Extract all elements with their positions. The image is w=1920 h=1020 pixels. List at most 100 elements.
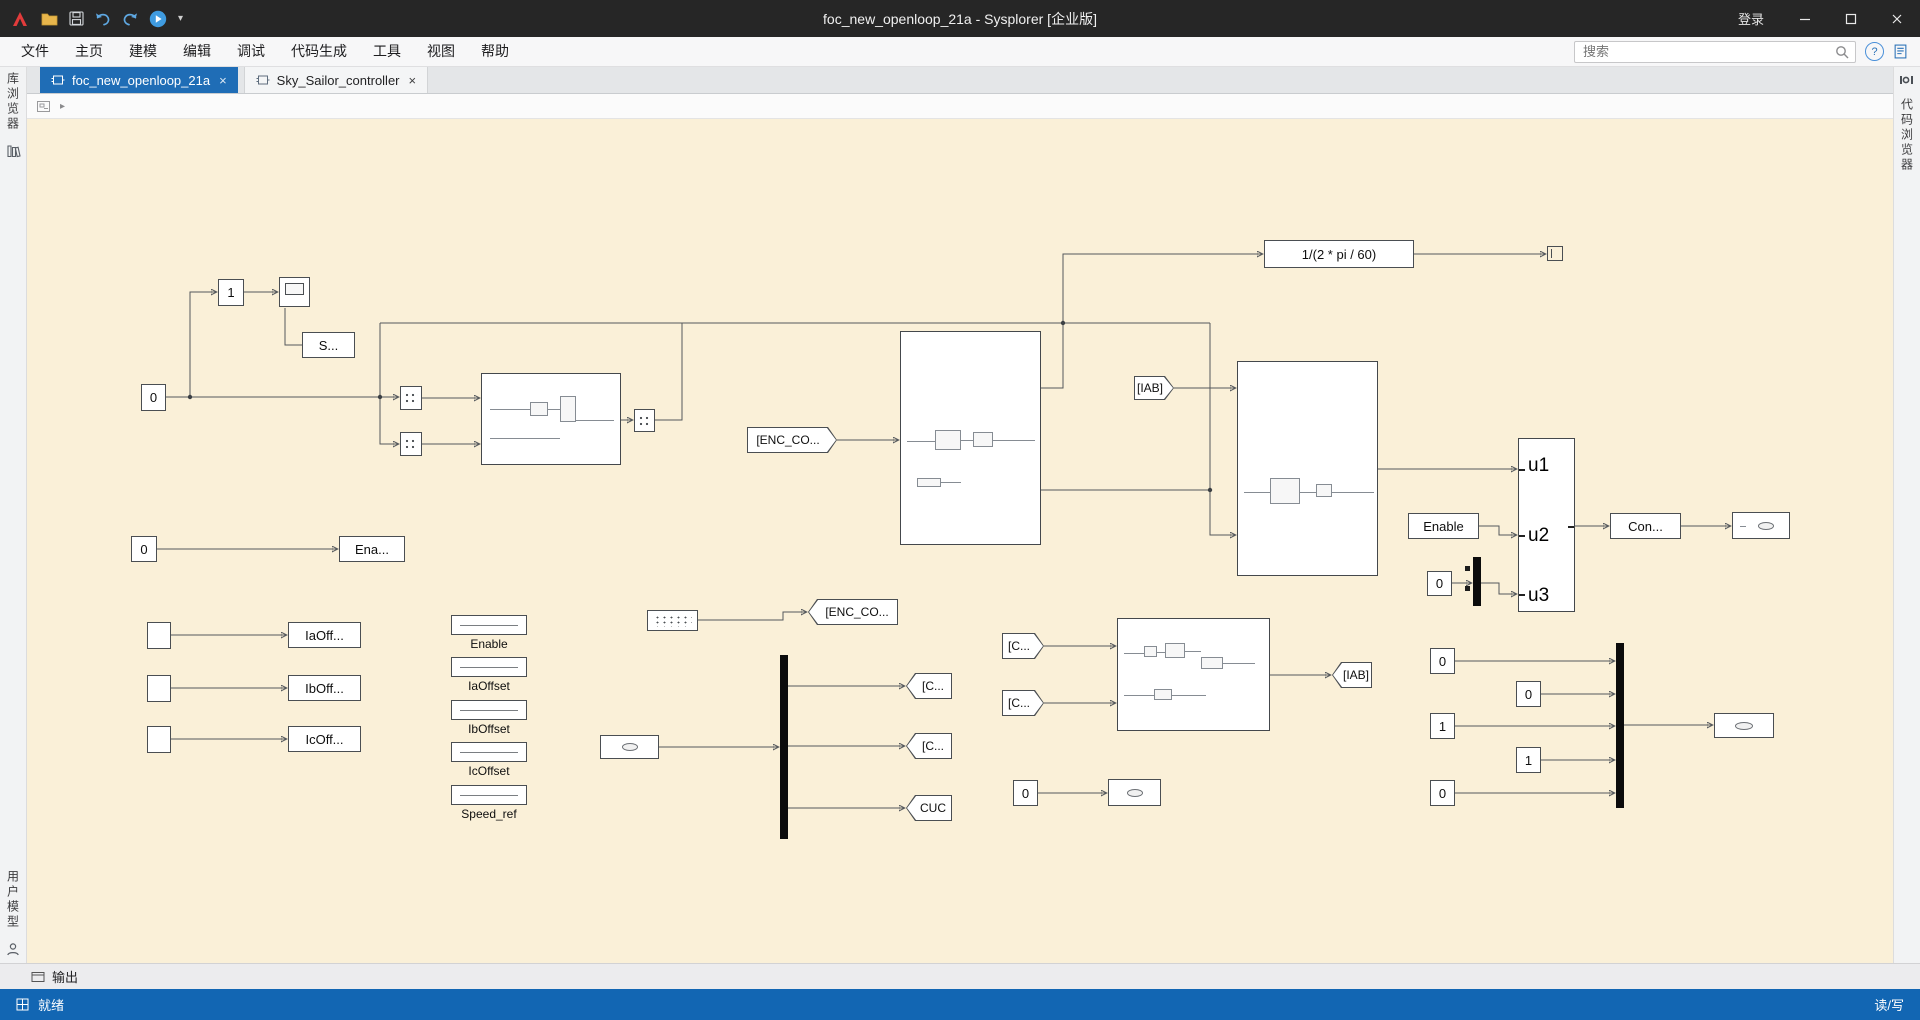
s-block[interactable]: S...: [302, 332, 355, 358]
outport-block-ib-offset[interactable]: IbOffset: [451, 700, 527, 736]
display-block-4[interactable]: [1714, 713, 1774, 738]
inport-block-1[interactable]: [147, 622, 171, 649]
model-breadcrumb-icon[interactable]: [36, 100, 51, 113]
ic-offset-block[interactable]: IcOff...: [288, 726, 361, 752]
from-tag-iab[interactable]: [IAB]: [1134, 376, 1174, 400]
mux-bar-small[interactable]: [1473, 557, 1481, 606]
output-panel-bar[interactable]: 输出: [0, 963, 1920, 989]
outport-block-enable[interactable]: Enable: [451, 615, 527, 651]
undo-button[interactable]: [95, 12, 111, 26]
goto-tag-enc[interactable]: [ENC_CO...: [808, 599, 898, 625]
user-model-tab[interactable]: 用户模型: [5, 870, 22, 930]
model-canvas[interactable]: 1 S... 0 [ENC_CO: [27, 119, 1893, 963]
goto-tag-iab[interactable]: [IAB]: [1332, 662, 1372, 688]
save-button[interactable]: [69, 11, 84, 26]
model-icon: [51, 74, 65, 86]
constant-right-4[interactable]: 1: [1516, 747, 1541, 773]
mux-bar-right[interactable]: [1616, 643, 1624, 808]
maximize-button[interactable]: [1828, 0, 1874, 37]
display-block-1[interactable]: [1732, 512, 1790, 539]
ia-offset-block[interactable]: IaOff...: [288, 622, 361, 648]
rate-transition-block-3[interactable]: [634, 409, 655, 432]
search-icon[interactable]: [1835, 45, 1849, 59]
gain-block[interactable]: 1/(2 * pi / 60): [1264, 240, 1414, 268]
tab-foc-new-openloop[interactable]: foc_new_openloop_21a ×: [40, 67, 238, 93]
ena-block[interactable]: Ena...: [339, 536, 405, 562]
display-block-3[interactable]: [1108, 779, 1161, 806]
display-lamp: [1735, 722, 1753, 730]
code-browser-icon[interactable]: [1899, 74, 1915, 86]
outport-block-ic-offset[interactable]: IcOffset: [451, 742, 527, 778]
goto-tag-cuc[interactable]: CUC: [906, 795, 952, 821]
search-input[interactable]: [1575, 44, 1835, 59]
menu-edit[interactable]: 编辑: [170, 37, 224, 66]
menu-codegen[interactable]: 代码生成: [278, 37, 360, 66]
rate-transition-block-2[interactable]: [400, 432, 422, 456]
tab-sky-sailor-controller[interactable]: Sky_Sailor_controller ×: [244, 67, 428, 93]
login-button[interactable]: 登录: [1720, 9, 1782, 28]
run-options-caret-icon[interactable]: ▾: [178, 14, 183, 24]
constant-zero-enable[interactable]: 0: [131, 536, 157, 562]
library-browser-tab[interactable]: 库浏览器: [5, 72, 22, 132]
status-ready: 就绪: [38, 995, 64, 1014]
constant-zero-display[interactable]: 0: [1013, 780, 1038, 806]
outport-block-ia-offset[interactable]: IaOffset: [451, 657, 527, 693]
constant-zero-switch[interactable]: 0: [1427, 571, 1452, 596]
menu-home[interactable]: 主页: [62, 37, 116, 66]
display-lamp: [1127, 789, 1143, 797]
switch-input-u1: u1: [1528, 455, 1549, 477]
constant-zero-main[interactable]: 0: [141, 384, 166, 411]
rate-transition-block-1[interactable]: [400, 386, 422, 410]
run-button[interactable]: [149, 10, 167, 28]
terminator-block[interactable]: [1547, 246, 1563, 261]
model-icon: [256, 74, 270, 86]
inport-block-2[interactable]: [147, 675, 171, 702]
subsystem-current-calc[interactable]: [1117, 618, 1270, 731]
mux-bar-left[interactable]: [780, 655, 788, 839]
subsystem-qep-position-count[interactable]: [900, 331, 1041, 545]
data-store-block[interactable]: [647, 610, 698, 631]
outport-label: IaOffset: [451, 679, 527, 693]
outport-label: Speed_ref: [451, 807, 527, 821]
port-pin: [1465, 586, 1470, 591]
display-one-block[interactable]: 1: [218, 279, 244, 306]
library-icon[interactable]: [6, 144, 21, 158]
menu-tools[interactable]: 工具: [360, 37, 414, 66]
from-tag-enc[interactable]: [ENC_CO...: [747, 427, 837, 453]
tab-close-icon[interactable]: ×: [407, 73, 417, 88]
subsystem-transform[interactable]: [1237, 361, 1378, 576]
multiport-switch-block[interactable]: u1 u2 u3: [1518, 438, 1575, 612]
close-button[interactable]: [1874, 0, 1920, 37]
constant-right-1[interactable]: 0: [1430, 648, 1455, 674]
con-block[interactable]: Con...: [1610, 513, 1681, 539]
scope-block[interactable]: [279, 277, 310, 307]
ib-offset-block[interactable]: IbOff...: [288, 675, 361, 701]
doc-icon[interactable]: [1893, 44, 1908, 59]
outport-block-speed-ref[interactable]: Speed_ref: [451, 785, 527, 821]
constant-right-2[interactable]: 0: [1516, 681, 1541, 707]
menu-file[interactable]: 文件: [8, 37, 62, 66]
subsystem-speed-ref[interactable]: [481, 373, 621, 465]
open-folder-button[interactable]: [41, 12, 58, 26]
user-icon[interactable]: [6, 942, 20, 956]
menu-debug[interactable]: 调试: [224, 37, 278, 66]
minimize-button[interactable]: [1782, 0, 1828, 37]
constant-right-5[interactable]: 0: [1430, 780, 1455, 806]
menu-modeling[interactable]: 建模: [116, 37, 170, 66]
code-browser-tab[interactable]: 代码浏览器: [1899, 98, 1916, 173]
from-tag-c1[interactable]: [C...: [1002, 633, 1044, 659]
redo-button[interactable]: [122, 12, 138, 26]
goto-tag-c1[interactable]: [C...: [906, 673, 952, 699]
enable-constant-block[interactable]: Enable: [1408, 513, 1479, 539]
tab-close-icon[interactable]: ×: [217, 73, 227, 88]
help-icon[interactable]: ?: [1865, 42, 1884, 61]
outport-label: IbOffset: [451, 722, 527, 736]
display-block-2[interactable]: [600, 735, 659, 759]
menu-help[interactable]: 帮助: [468, 37, 522, 66]
inport-block-3[interactable]: [147, 726, 171, 753]
goto-tag-c2[interactable]: [C...: [906, 733, 952, 759]
left-rail: 库浏览器 用户模型: [0, 67, 27, 963]
constant-right-3[interactable]: 1: [1430, 713, 1455, 739]
menu-view[interactable]: 视图: [414, 37, 468, 66]
from-tag-c2[interactable]: [C...: [1002, 690, 1044, 716]
